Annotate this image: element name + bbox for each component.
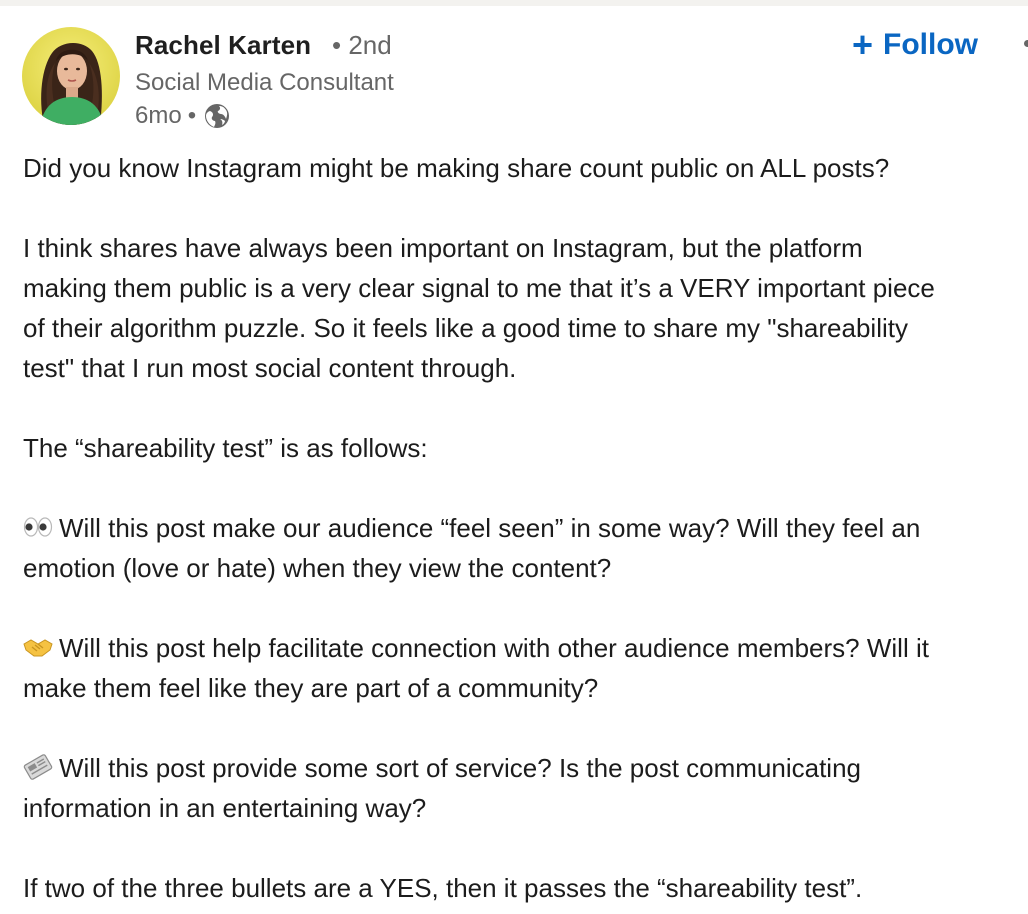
handshake-emoji-icon bbox=[23, 639, 53, 657]
connection-degree-label: 2nd bbox=[348, 30, 392, 60]
post-line: Did you know Instagram might be making s… bbox=[23, 153, 890, 183]
post-line: I think shares have always been importan… bbox=[23, 233, 863, 263]
author-headline: Social Media Consultant bbox=[135, 69, 394, 96]
post-line: emotion (love or hate) when they view th… bbox=[23, 553, 612, 583]
plus-icon: + bbox=[852, 24, 874, 65]
bullet-item: Will this post help facilitate connectio… bbox=[23, 628, 1028, 668]
post-line: making them public is a very clear signa… bbox=[23, 273, 935, 303]
post-line: The “shareability test” is as follows: bbox=[23, 433, 428, 463]
newspaper-emoji-icon bbox=[23, 754, 53, 780]
post-time: 6mo bbox=[135, 102, 182, 129]
meta-separator: • bbox=[187, 102, 197, 129]
avatar-photo bbox=[22, 27, 120, 125]
bullet-item: Will this post provide some sort of serv… bbox=[23, 748, 1028, 788]
bullet-text: Will this post make our audience “feel s… bbox=[59, 513, 921, 543]
feed-divider bbox=[0, 0, 1028, 6]
bullet-text: Will this post help facilitate connectio… bbox=[59, 633, 929, 663]
post-line: If two of the three bullets are a YES, t… bbox=[23, 873, 863, 903]
author-name[interactable]: Rachel Karten bbox=[135, 30, 311, 61]
globe-icon bbox=[205, 104, 230, 128]
bullet-text: Will this post provide some sort of serv… bbox=[59, 753, 861, 783]
bullet-item: Will this post make our audience “feel s… bbox=[23, 508, 1028, 548]
connection-degree: • 2nd bbox=[332, 30, 392, 60]
post-body: Did you know Instagram might be making s… bbox=[23, 148, 1028, 908]
more-options-icon[interactable] bbox=[1020, 40, 1028, 50]
post-line: make them feel like they are part of a c… bbox=[23, 673, 599, 703]
post-line: of their algorithm puzzle. So it feels l… bbox=[23, 313, 908, 343]
post-line: information in an entertaining way? bbox=[23, 793, 427, 823]
more-dot bbox=[1024, 40, 1028, 47]
follow-label: Follow bbox=[883, 28, 979, 61]
follow-button[interactable]: + Follow bbox=[852, 24, 978, 66]
post-meta: 6mo • bbox=[135, 101, 230, 131]
post-line: test" that I run most social content thr… bbox=[23, 353, 517, 383]
eyes-emoji-icon bbox=[23, 517, 53, 537]
author-avatar[interactable] bbox=[22, 27, 120, 125]
linkedin-post: Rachel Karten • 2nd Social Media Consult… bbox=[0, 0, 1028, 914]
